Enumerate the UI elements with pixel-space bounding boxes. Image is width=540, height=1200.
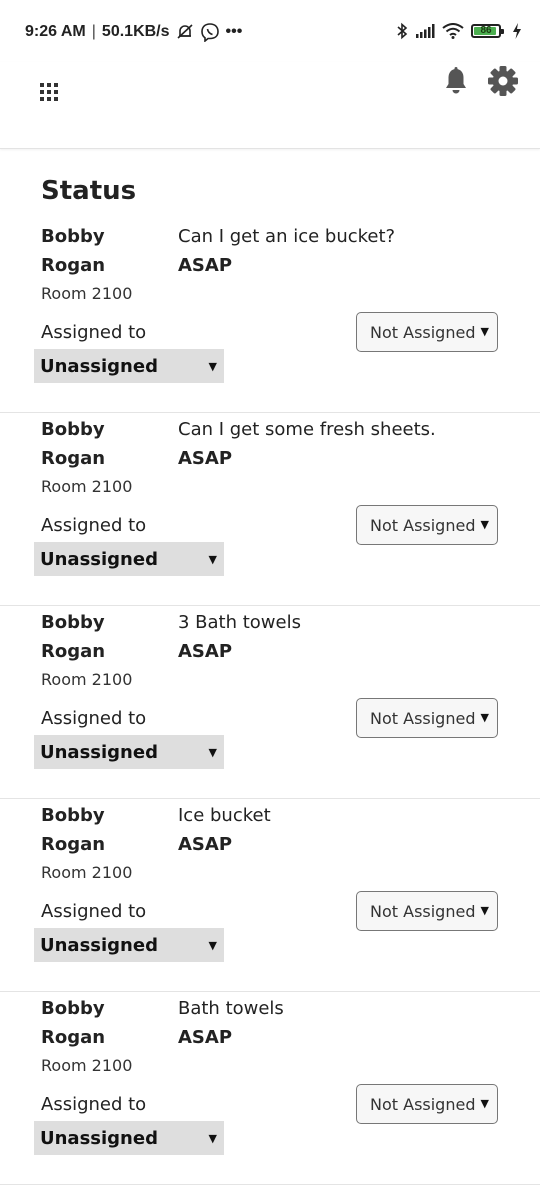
status-dropdown[interactable]: Not Assigned ▼ — [356, 1084, 498, 1124]
assigned-to-label: Assigned to — [41, 901, 147, 922]
gear-icon[interactable] — [488, 66, 518, 96]
apps-grid-icon[interactable] — [40, 83, 58, 101]
dropdown-arrow-icon: ▼ — [208, 1132, 217, 1145]
request-card: Bobby Rogan Room 2100 Bath towels ASAP A… — [0, 992, 540, 1185]
status-bar-right: 86 — [396, 22, 522, 40]
assignee-dropdown[interactable]: Unassigned ▼ — [34, 1121, 224, 1155]
status-dropdown[interactable]: Not Assigned ▼ — [356, 891, 498, 931]
guest-first-name: Bobby — [41, 805, 105, 826]
request-card: Bobby Rogan Room 2100 Can I get some fre… — [0, 413, 540, 606]
assignee-dropdown[interactable]: Unassigned ▼ — [34, 928, 224, 962]
request-text: Can I get some fresh sheets. — [178, 419, 436, 440]
assignee-value: Unassigned — [40, 934, 158, 956]
assignee-value: Unassigned — [40, 355, 158, 377]
dropdown-arrow-icon: ▼ — [480, 711, 489, 724]
assigned-to-label: Assigned to — [41, 515, 147, 536]
viber-icon — [200, 22, 220, 42]
dropdown-arrow-icon: ▼ — [480, 1097, 489, 1110]
status-value: Not Assigned — [370, 708, 476, 728]
assignee-value: Unassigned — [40, 1127, 158, 1149]
more-indicator: ••• — [225, 23, 243, 40]
guest-first-name: Bobby — [41, 998, 105, 1019]
request-text: Ice bucket — [178, 805, 271, 826]
guest-room: Room 2100 — [41, 670, 133, 689]
assignee-value: Unassigned — [40, 741, 158, 763]
guest-last-name: Rogan — [41, 255, 106, 276]
app-bar — [0, 62, 540, 149]
alarm-off-icon — [176, 23, 194, 41]
guest-first-name: Bobby — [41, 612, 105, 633]
status-dropdown[interactable]: Not Assigned ▼ — [356, 505, 498, 545]
guest-room: Room 2100 — [41, 863, 133, 882]
request-list: Bobby Rogan Room 2100 Can I get an ice b… — [0, 220, 540, 1185]
battery-icon: 86 — [471, 24, 504, 38]
priority-label: ASAP — [178, 834, 233, 855]
priority-label: ASAP — [178, 1027, 233, 1048]
bluetooth-icon — [396, 22, 408, 40]
dropdown-arrow-icon: ▼ — [480, 325, 489, 338]
request-text: Bath towels — [178, 998, 284, 1019]
status-value: Not Assigned — [370, 515, 476, 535]
status-dropdown[interactable]: Not Assigned ▼ — [356, 698, 498, 738]
dropdown-arrow-icon: ▼ — [208, 746, 217, 759]
status-value: Not Assigned — [370, 322, 476, 342]
guest-room: Room 2100 — [41, 1056, 133, 1075]
charging-icon — [512, 23, 522, 39]
battery-level: 86 — [480, 25, 492, 36]
priority-label: ASAP — [178, 641, 233, 662]
guest-last-name: Rogan — [41, 641, 106, 662]
network-speed: 50.1KB/s — [101, 23, 170, 40]
status-value: Not Assigned — [370, 901, 476, 921]
status-bar-left: 9:26 AM | 50.1KB/s ••• — [25, 22, 242, 42]
guest-first-name: Bobby — [41, 419, 105, 440]
dropdown-arrow-icon: ▼ — [208, 553, 217, 566]
assignee-dropdown[interactable]: Unassigned ▼ — [34, 542, 224, 576]
assignee-dropdown[interactable]: Unassigned ▼ — [34, 349, 224, 383]
assigned-to-label: Assigned to — [41, 708, 147, 729]
assignee-value: Unassigned — [40, 548, 158, 570]
guest-room: Room 2100 — [41, 477, 133, 496]
request-card: Bobby Rogan Room 2100 Ice bucket ASAP As… — [0, 799, 540, 992]
request-card: Bobby Rogan Room 2100 3 Bath towels ASAP… — [0, 606, 540, 799]
status-value: Not Assigned — [370, 1094, 476, 1114]
guest-first-name: Bobby — [41, 226, 105, 247]
request-card: Bobby Rogan Room 2100 Can I get an ice b… — [0, 220, 540, 413]
guest-room: Room 2100 — [41, 284, 133, 303]
signal-icon — [415, 24, 435, 38]
priority-label: ASAP — [178, 255, 233, 276]
status-separator: | — [91, 23, 96, 40]
request-text: 3 Bath towels — [178, 612, 301, 633]
dropdown-arrow-icon: ▼ — [480, 904, 489, 917]
dropdown-arrow-icon: ▼ — [208, 360, 217, 373]
guest-last-name: Rogan — [41, 448, 106, 469]
assigned-to-label: Assigned to — [41, 322, 147, 343]
guest-last-name: Rogan — [41, 1027, 106, 1048]
assignee-dropdown[interactable]: Unassigned ▼ — [34, 735, 224, 769]
status-bar: 9:26 AM | 50.1KB/s ••• 86 — [0, 0, 540, 62]
status-dropdown[interactable]: Not Assigned ▼ — [356, 312, 498, 352]
request-text: Can I get an ice bucket? — [178, 226, 396, 247]
dropdown-arrow-icon: ▼ — [208, 939, 217, 952]
clock: 9:26 AM — [25, 23, 86, 40]
guest-last-name: Rogan — [41, 834, 106, 855]
bell-icon[interactable] — [444, 67, 468, 95]
page-title: Status — [41, 176, 137, 206]
dropdown-arrow-icon: ▼ — [480, 518, 489, 531]
priority-label: ASAP — [178, 448, 233, 469]
assigned-to-label: Assigned to — [41, 1094, 147, 1115]
wifi-icon — [442, 23, 464, 39]
